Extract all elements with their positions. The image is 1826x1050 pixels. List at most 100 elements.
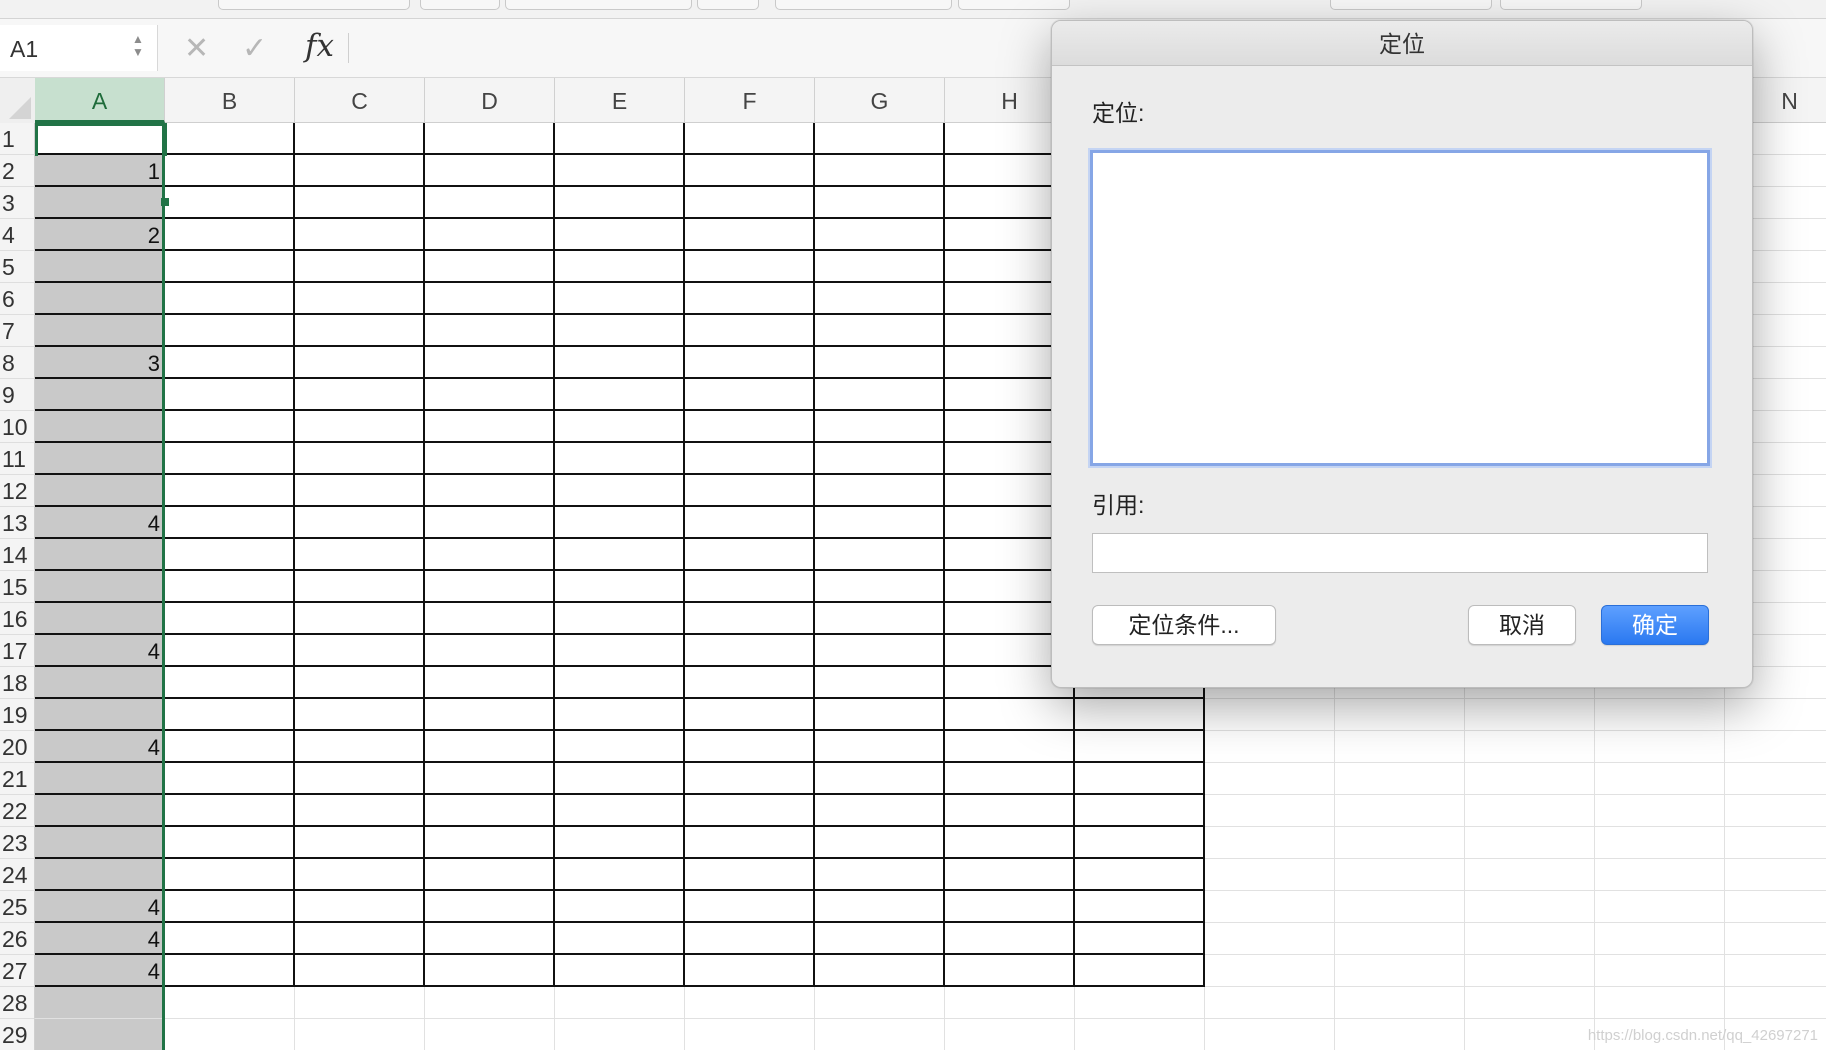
cell-g21[interactable] — [815, 763, 945, 795]
cell-a25[interactable]: 4 — [35, 891, 165, 923]
row-header-17[interactable]: 17 — [0, 635, 35, 667]
cell-f23[interactable] — [685, 827, 815, 859]
cell-f28[interactable] — [685, 987, 815, 1019]
cell-h23[interactable] — [945, 827, 1075, 859]
column-header-a[interactable]: A — [35, 78, 165, 123]
cell-f6[interactable] — [685, 283, 815, 315]
cell-i20[interactable] — [1075, 731, 1205, 763]
cell-i26[interactable] — [1075, 923, 1205, 955]
cell-n22[interactable] — [1725, 795, 1826, 827]
cell-b20[interactable] — [165, 731, 295, 763]
row-header-5[interactable]: 5 — [0, 251, 35, 283]
goto-list-box[interactable] — [1090, 150, 1710, 466]
cell-f4[interactable] — [685, 219, 815, 251]
cell-d5[interactable] — [425, 251, 555, 283]
cell-e3[interactable] — [555, 187, 685, 219]
cell-e9[interactable] — [555, 379, 685, 411]
cell-f7[interactable] — [685, 315, 815, 347]
cell-f29[interactable] — [685, 1019, 815, 1050]
cell-m21[interactable] — [1595, 763, 1725, 795]
cell-j29[interactable] — [1205, 1019, 1335, 1050]
cell-d7[interactable] — [425, 315, 555, 347]
cell-e22[interactable] — [555, 795, 685, 827]
cell-a3[interactable] — [35, 187, 165, 219]
cell-b5[interactable] — [165, 251, 295, 283]
row-header-10[interactable]: 10 — [0, 411, 35, 443]
cell-h29[interactable] — [945, 1019, 1075, 1050]
cell-b25[interactable] — [165, 891, 295, 923]
cell-f12[interactable] — [685, 475, 815, 507]
cell-e1[interactable] — [555, 123, 685, 155]
cell-e15[interactable] — [555, 571, 685, 603]
cell-m28[interactable] — [1595, 987, 1725, 1019]
cell-b18[interactable] — [165, 667, 295, 699]
cell-c3[interactable] — [295, 187, 425, 219]
cell-b8[interactable] — [165, 347, 295, 379]
cell-i24[interactable] — [1075, 859, 1205, 891]
cell-b16[interactable] — [165, 603, 295, 635]
cell-a28[interactable] — [35, 987, 165, 1019]
cell-l28[interactable] — [1465, 987, 1595, 1019]
cell-d15[interactable] — [425, 571, 555, 603]
cell-f3[interactable] — [685, 187, 815, 219]
cell-l29[interactable] — [1465, 1019, 1595, 1050]
cell-j25[interactable] — [1205, 891, 1335, 923]
cell-d1[interactable] — [425, 123, 555, 155]
select-all-corner[interactable] — [0, 78, 36, 124]
dialog-title[interactable]: 定位 — [1052, 21, 1752, 66]
column-header-g[interactable]: G — [815, 78, 945, 123]
cell-a11[interactable] — [35, 443, 165, 475]
row-header-13[interactable]: 13 — [0, 507, 35, 539]
cell-a13[interactable]: 4 — [35, 507, 165, 539]
cell-b1[interactable] — [165, 123, 295, 155]
cell-e19[interactable] — [555, 699, 685, 731]
row-header-12[interactable]: 12 — [0, 475, 35, 507]
cell-k21[interactable] — [1335, 763, 1465, 795]
cell-g17[interactable] — [815, 635, 945, 667]
cell-a6[interactable] — [35, 283, 165, 315]
cell-c8[interactable] — [295, 347, 425, 379]
cell-j21[interactable] — [1205, 763, 1335, 795]
cell-c14[interactable] — [295, 539, 425, 571]
cell-f16[interactable] — [685, 603, 815, 635]
cell-k27[interactable] — [1335, 955, 1465, 987]
cell-b6[interactable] — [165, 283, 295, 315]
cell-i29[interactable] — [1075, 1019, 1205, 1050]
cell-e26[interactable] — [555, 923, 685, 955]
cell-h26[interactable] — [945, 923, 1075, 955]
cell-f22[interactable] — [685, 795, 815, 827]
cell-f24[interactable] — [685, 859, 815, 891]
row-header-18[interactable]: 18 — [0, 667, 35, 699]
row-header-21[interactable]: 21 — [0, 763, 35, 795]
cell-f14[interactable] — [685, 539, 815, 571]
cell-b22[interactable] — [165, 795, 295, 827]
cell-k28[interactable] — [1335, 987, 1465, 1019]
cell-a2[interactable]: 1 — [35, 155, 165, 187]
cell-e17[interactable] — [555, 635, 685, 667]
cell-f9[interactable] — [685, 379, 815, 411]
row-header-1[interactable]: 1 — [0, 123, 35, 155]
cell-j19[interactable] — [1205, 699, 1335, 731]
cell-k29[interactable] — [1335, 1019, 1465, 1050]
cell-f21[interactable] — [685, 763, 815, 795]
cell-e8[interactable] — [555, 347, 685, 379]
cell-e21[interactable] — [555, 763, 685, 795]
cell-k22[interactable] — [1335, 795, 1465, 827]
cell-m26[interactable] — [1595, 923, 1725, 955]
cell-j27[interactable] — [1205, 955, 1335, 987]
cell-e24[interactable] — [555, 859, 685, 891]
cell-c15[interactable] — [295, 571, 425, 603]
cell-h25[interactable] — [945, 891, 1075, 923]
cell-h28[interactable] — [945, 987, 1075, 1019]
cell-f8[interactable] — [685, 347, 815, 379]
cell-h21[interactable] — [945, 763, 1075, 795]
cell-b2[interactable] — [165, 155, 295, 187]
cell-j23[interactable] — [1205, 827, 1335, 859]
cell-f18[interactable] — [685, 667, 815, 699]
cell-d3[interactable] — [425, 187, 555, 219]
cell-k24[interactable] — [1335, 859, 1465, 891]
cell-f5[interactable] — [685, 251, 815, 283]
cell-e25[interactable] — [555, 891, 685, 923]
cell-c6[interactable] — [295, 283, 425, 315]
cell-g10[interactable] — [815, 411, 945, 443]
